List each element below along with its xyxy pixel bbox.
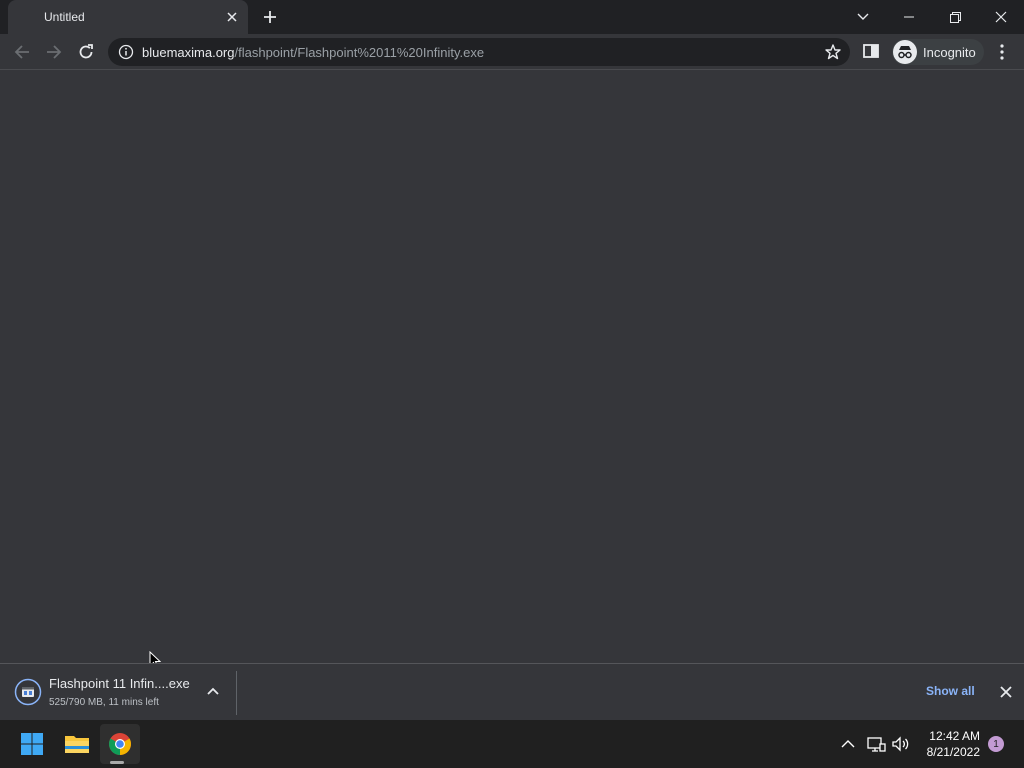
side-panel-icon[interactable] [862,42,882,62]
address-bar[interactable]: bluemaxima.org/flashpoint/Flashpoint%201… [108,38,850,66]
download-divider [236,671,237,715]
browser-toolbar: bluemaxima.org/flashpoint/Flashpoint%201… [0,34,1024,70]
network-icon[interactable] [866,734,886,754]
windows-taskbar: 12:42 AM 8/21/2022 1 [0,720,1024,768]
close-download-bar-icon[interactable] [998,684,1014,700]
back-arrow-icon[interactable] [8,38,36,66]
tab-title: Untitled [44,10,85,24]
bookmark-star-icon[interactable] [824,43,842,61]
forward-arrow-icon[interactable] [40,38,68,66]
minimize-icon[interactable] [886,0,932,34]
reload-icon[interactable] [72,38,100,66]
chrome-icon[interactable] [100,724,140,764]
url-host: bluemaxima.org [142,45,235,60]
notification-badge[interactable]: 1 [988,736,1004,752]
new-tab-plus-icon[interactable] [260,7,280,27]
url-path: /flashpoint/Flashpoint%2011%20Infinity.e… [234,45,485,60]
download-file-name[interactable]: Flashpoint 11 Infin....exe [49,676,190,691]
tab-close-icon[interactable] [224,9,240,25]
tab-search-chevron-down-icon[interactable] [840,0,886,34]
windows-start-icon[interactable] [12,724,52,764]
volume-icon[interactable] [891,734,911,754]
more-vert-icon[interactable] [994,42,1010,62]
incognito-profile-button[interactable]: Incognito [892,39,984,65]
download-status: 525/790 MB, 11 mins left [49,697,159,708]
chrome-active-indicator [110,761,124,764]
close-window-icon[interactable] [978,0,1024,34]
download-file-icon[interactable] [14,678,42,706]
clock-date[interactable]: 8/21/2022 [920,745,980,759]
url-text[interactable]: bluemaxima.org/flashpoint/Flashpoint%201… [142,45,484,60]
incognito-icon [893,40,917,64]
info-icon[interactable] [118,44,134,60]
clock-time[interactable]: 12:42 AM [920,729,980,743]
chevron-up-icon[interactable] [204,683,222,701]
tray-chevron-icon[interactable] [838,734,858,754]
show-all-button[interactable]: Show all [926,684,975,698]
page-content [0,71,1024,663]
file-explorer-icon[interactable] [57,724,97,764]
restore-icon[interactable] [932,0,978,34]
incognito-label: Incognito [923,45,976,60]
tab-strip: Untitled [0,0,1024,34]
tab-untitled[interactable]: Untitled [8,0,248,34]
download-bar: Flashpoint 11 Infin....exe 525/790 MB, 1… [0,663,1024,719]
